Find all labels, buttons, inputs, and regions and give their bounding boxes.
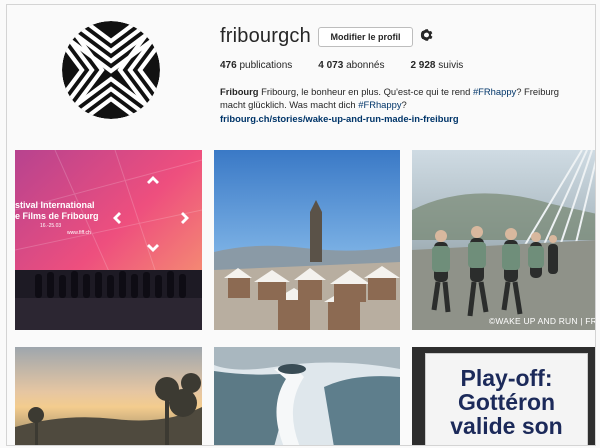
chevron-pattern-logo-icon bbox=[62, 21, 160, 119]
photo-watermark: ©WAKE UP AND RUN | FR bbox=[488, 316, 596, 326]
festival-title-1: stival International bbox=[15, 200, 95, 210]
edit-profile-button[interactable]: Modifier le profil bbox=[318, 27, 413, 47]
festival-title-2: e Films de Fribourg bbox=[15, 211, 99, 221]
post-tile[interactable] bbox=[214, 150, 400, 330]
post-tile[interactable]: stival International e Films de Fribourg… bbox=[15, 150, 202, 330]
festival-date: 16.-25.03 bbox=[40, 223, 62, 229]
poster-line-1: Play-off: bbox=[460, 365, 553, 391]
sunset-landscape-image bbox=[15, 347, 202, 445]
post-tile[interactable]: ©WAKE UP AND RUN | FR bbox=[412, 150, 596, 330]
bridge-run-image bbox=[412, 150, 595, 330]
bio-text-1: Fribourg, le bonheur en plus. Qu'est-ce … bbox=[261, 86, 471, 97]
poster-line-2: Gottéron bbox=[457, 389, 556, 415]
stat-following[interactable]: 2 928 suivis bbox=[410, 60, 463, 71]
bio-hashtag-2[interactable]: #FRhappy bbox=[358, 99, 401, 110]
post-tile[interactable] bbox=[15, 347, 202, 445]
followers-label: abonnés bbox=[346, 60, 385, 71]
followers-count: 4 073 bbox=[318, 60, 344, 71]
poster: Play-off: Gottéron valide son bbox=[425, 353, 588, 445]
gear-icon[interactable] bbox=[418, 27, 434, 43]
profile-username: fribourgch bbox=[220, 25, 311, 47]
post-tile[interactable]: Play-off: Gottéron valide son bbox=[412, 347, 595, 445]
city-cathedral-image bbox=[214, 150, 400, 330]
bio-name: Fribourg bbox=[220, 86, 259, 97]
frozen-lake-image bbox=[214, 347, 400, 445]
posts-count: 476 bbox=[220, 60, 237, 71]
profile-stats: 476 publications 4 073 abonnés 2 928 sui… bbox=[220, 60, 489, 71]
following-count: 2 928 bbox=[410, 60, 436, 71]
festival-url: www.fiff.ch bbox=[67, 230, 91, 236]
posts-label: publications bbox=[239, 60, 293, 71]
avatar[interactable] bbox=[62, 21, 160, 119]
poster-line-3: valide son bbox=[450, 413, 563, 439]
post-tile[interactable] bbox=[214, 347, 400, 445]
profile-page: fribourgch Modifier le profil 476 public… bbox=[6, 4, 596, 446]
bio-link[interactable]: fribourg.ch/stories/wake-up-and-run-made… bbox=[220, 112, 585, 125]
following-label: suivis bbox=[438, 60, 464, 71]
stat-posts: 476 publications bbox=[220, 60, 292, 71]
bio-hashtag-1[interactable]: #FRhappy bbox=[473, 86, 516, 97]
profile-bio: Fribourg Fribourg, le bonheur en plus. Q… bbox=[220, 85, 585, 125]
bio-text-3: ? bbox=[401, 99, 407, 110]
film-festival-image bbox=[15, 150, 202, 330]
stat-followers[interactable]: 4 073 abonnés bbox=[318, 60, 384, 71]
